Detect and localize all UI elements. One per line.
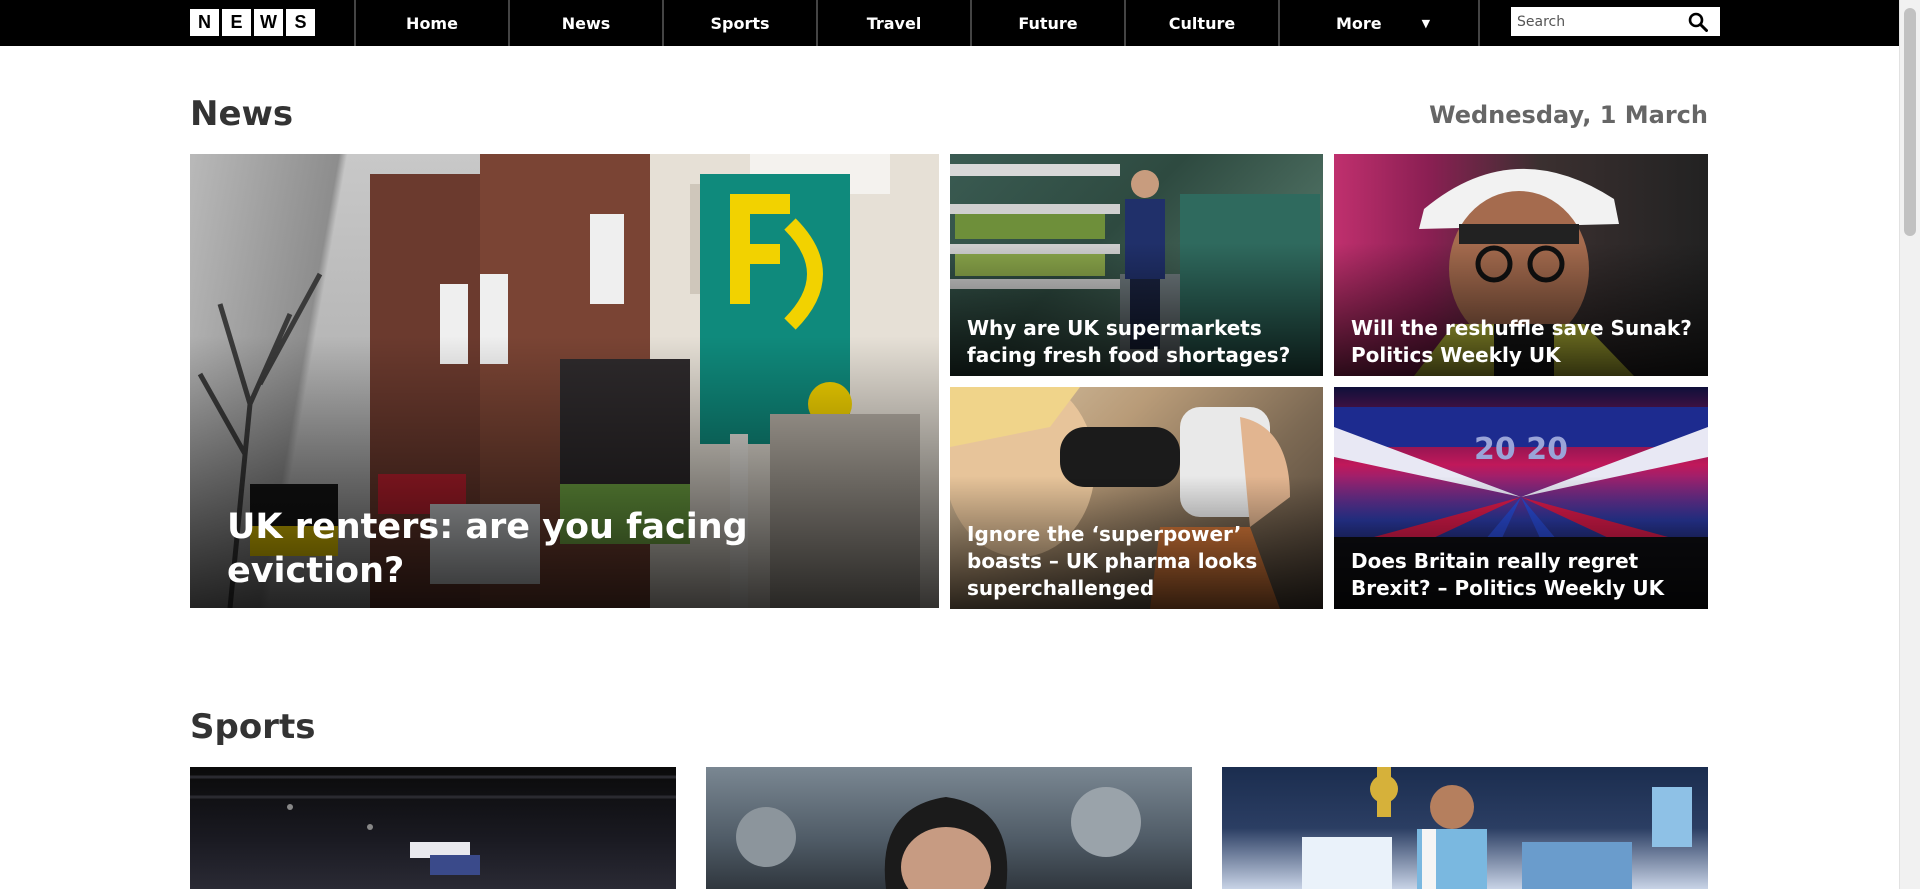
story-card[interactable]: Will the reshuffle save Sunak? Politics … <box>1334 154 1708 376</box>
nav-divider <box>1478 0 1480 46</box>
logo-letter: W <box>254 9 283 36</box>
story-card[interactable]: 20 20 Does Britain really regret Brexit?… <box>1334 387 1708 609</box>
nav-item-news[interactable]: News <box>510 0 662 46</box>
search-button[interactable] <box>1681 7 1715 36</box>
sports-story-card[interactable] <box>190 767 676 889</box>
nav-item-label: News <box>561 13 611 33</box>
svg-text:20 20: 20 20 <box>1474 432 1568 467</box>
caret-down-icon: ▼ <box>1421 16 1431 30</box>
story-headline: Does Britain really regret Brexit? – Pol… <box>1351 549 1665 600</box>
search-box <box>1511 7 1720 36</box>
sports-story-image <box>190 767 676 889</box>
nav-item-label: Culture <box>1168 13 1236 33</box>
nav-item-more[interactable]: More ▼ <box>1280 0 1480 46</box>
nav-item-sports[interactable]: Sports <box>664 0 816 46</box>
story-headline: Will the reshuffle save Sunak? Politics … <box>1351 316 1692 367</box>
story-headline: Why are UK supermarkets facing fresh foo… <box>967 316 1291 367</box>
vertical-scrollbar[interactable] <box>1899 0 1920 889</box>
nav-item-culture[interactable]: Culture <box>1126 0 1278 46</box>
story-card[interactable]: Why are UK supermarkets facing fresh foo… <box>950 154 1323 376</box>
scrollbar-thumb[interactable] <box>1904 8 1916 236</box>
nav-item-home[interactable]: Home <box>356 0 508 46</box>
top-navigation-bar: N E W S Home News Sports Travel Future C… <box>0 0 1899 46</box>
news-section-title: News <box>190 94 294 134</box>
logo-letter: S <box>286 9 315 36</box>
search-input[interactable] <box>1511 8 1681 35</box>
nav-item-label: Home <box>406 13 458 33</box>
feature-story-card[interactable]: UK renters: are you facing eviction? <box>190 154 939 608</box>
nav-item-label: Future <box>1018 13 1078 33</box>
story-card[interactable]: Ignore the ‘superpower’ boasts – UK phar… <box>950 387 1323 609</box>
logo-letter: E <box>222 9 251 36</box>
nav-item-future[interactable]: Future <box>972 0 1124 46</box>
search-icon <box>1688 12 1708 32</box>
sports-story-image <box>1222 767 1708 889</box>
sports-story-card[interactable] <box>1222 767 1708 889</box>
nav-item-label: Sports <box>710 13 770 33</box>
nav-item-label: Travel <box>866 13 922 33</box>
sports-story-card[interactable] <box>706 767 1192 889</box>
story-headline: Ignore the ‘superpower’ boasts – UK phar… <box>967 522 1258 600</box>
site-logo[interactable]: N E W S <box>190 9 315 36</box>
nav-item-travel[interactable]: Travel <box>818 0 970 46</box>
sports-story-image <box>706 767 1192 889</box>
current-date: Wednesday, 1 March <box>1429 101 1708 129</box>
nav-item-label: More <box>1336 13 1382 33</box>
sports-section-title: Sports <box>190 707 316 747</box>
feature-story-headline: UK renters: are you facing eviction? <box>227 507 748 591</box>
logo-letter: N <box>190 9 219 36</box>
